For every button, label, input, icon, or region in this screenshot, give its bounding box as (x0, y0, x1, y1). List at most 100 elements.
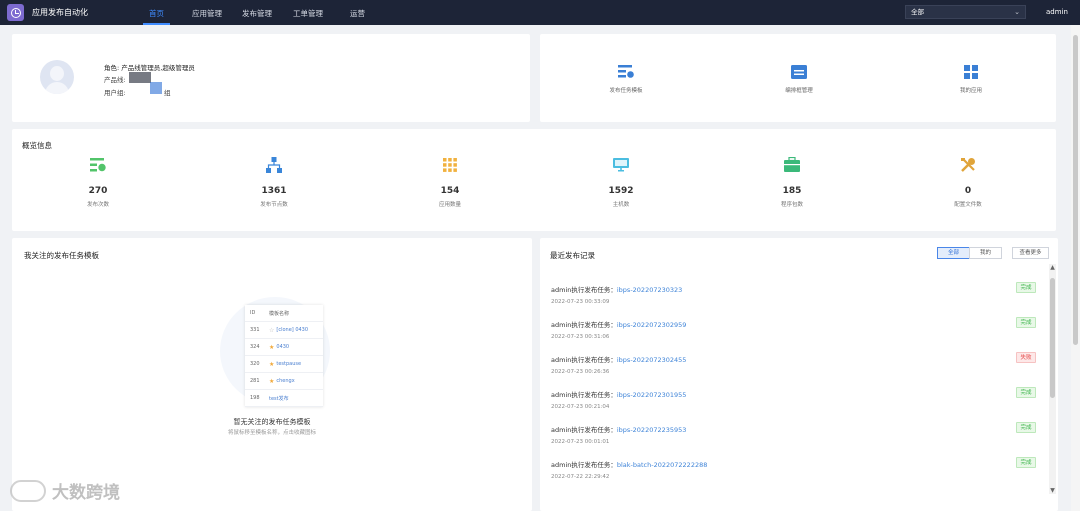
stat-value: 154 (440, 186, 460, 196)
illustration-row: 331 ☆ [clone] 0430 (245, 322, 323, 339)
illustration-row: 324 ★ 0430 (245, 339, 323, 356)
release-record: admin执行发布任务：ibps-202207230323 2022-07-23… (551, 282, 1041, 319)
stat-config-count: 0 配置文件数 (908, 157, 1028, 208)
star-icon: ★ (269, 377, 275, 385)
illustration-id: 324 (250, 344, 260, 350)
quick-link-task-template[interactable]: 发布任务模板 (581, 65, 671, 94)
quick-link-orchestration[interactable]: 编排框管理 (754, 65, 844, 94)
view-more-button[interactable]: 查看更多 (1012, 247, 1049, 259)
star-icon: ★ (269, 343, 275, 351)
illustration-name: 0430 (276, 344, 290, 350)
followed-title: 我关注的发布任务模板 (24, 251, 99, 260)
stat-host-count: 1592 主机数 (561, 157, 681, 208)
app-logo-icon[interactable] (7, 4, 24, 21)
record-prefix: admin执行发布任务： (551, 356, 617, 364)
apps-grid-icon (964, 65, 978, 79)
stat-value: 185 (782, 186, 802, 196)
release-record: admin执行发布任务：blak-batch-2022072222288 202… (551, 457, 1041, 494)
stat-release-count: 270 发布次数 (38, 157, 158, 208)
filter-all-button[interactable]: 全部 (937, 247, 970, 259)
stat-value: 0 (964, 186, 972, 196)
nav-ticket-management[interactable]: 工单管理 (293, 8, 323, 19)
tools-icon (961, 158, 975, 172)
quick-link-label: 我的应用 (959, 88, 982, 94)
illustration-name: chengx (276, 378, 295, 384)
profile-card (12, 34, 530, 122)
record-prefix: admin执行发布任务： (551, 391, 617, 399)
page-scrollbar[interactable] (1071, 25, 1080, 511)
scope-select-value: 全部 (911, 8, 924, 16)
release-record: admin执行发布任务：ibps-2022072301955 2022-07-2… (551, 387, 1041, 424)
record-task-link[interactable]: ibps-2022072301955 (617, 391, 687, 399)
record-time: 2022-07-22 22:29:42 (551, 474, 610, 480)
illustration-col-id: ID (250, 310, 256, 316)
release-count-icon (90, 158, 106, 172)
stat-value: 1592 (608, 186, 634, 196)
filter-mine-button[interactable]: 我的 (969, 247, 1002, 259)
record-time: 2022-07-23 00:01:01 (551, 439, 610, 445)
folder-icon (791, 65, 807, 79)
illustration-name: [clone] 0430 (276, 327, 309, 333)
record-prefix: admin执行发布任务： (551, 426, 617, 434)
user-menu[interactable]: admin (1046, 8, 1068, 16)
profile-role: 角色: 产品线管理员,超级管理员 (104, 64, 195, 72)
status-badge: 完成 (1016, 387, 1036, 398)
page-scrollbar-thumb[interactable] (1073, 35, 1078, 345)
stat-label: 配置文件数 (954, 202, 982, 208)
illustration-header: ID 模板名称 (245, 305, 323, 322)
illustration-row: 198 test发布 (245, 390, 323, 407)
illustration-name: testpause (276, 361, 302, 367)
nav-app-management[interactable]: 应用管理 (192, 8, 222, 19)
quick-link-label: 发布任务模板 (609, 88, 643, 94)
scope-select[interactable]: 全部 ⌄ (905, 5, 1026, 19)
quick-link-label: 编排框管理 (785, 88, 813, 94)
app-title: 应用发布自动化 (32, 8, 88, 17)
apps-dots-icon (443, 158, 457, 172)
monitor-icon (613, 158, 629, 172)
illustration-id: 331 (250, 327, 260, 333)
record-prefix: admin执行发布任务： (551, 321, 617, 329)
status-badge: 完成 (1016, 317, 1036, 328)
watermark: 大数跨境 (10, 478, 120, 503)
stat-label: 主机数 (612, 202, 630, 208)
profile-user-group-suffix: 组 (164, 89, 171, 97)
scroll-up-icon[interactable]: ▲ (1049, 264, 1056, 271)
scroll-down-icon[interactable]: ▼ (1049, 487, 1056, 494)
record-time: 2022-07-23 00:21:04 (551, 404, 610, 410)
record-prefix: admin执行发布任务： (551, 286, 617, 294)
empty-state-hint: 将鼠标移至模板名称，点击收藏图标 (227, 430, 316, 436)
overview-card (12, 129, 1056, 231)
quick-link-my-apps[interactable]: 我的应用 (926, 65, 1016, 94)
release-record: admin执行发布任务：ibps-2022072302455 2022-07-2… (551, 352, 1041, 389)
record-task-link[interactable]: blak-batch-2022072222288 (617, 461, 707, 469)
illustration-id: 281 (250, 378, 260, 384)
illustration-id: 198 (250, 395, 260, 401)
record-task-link[interactable]: ibps-202207230323 (617, 286, 682, 294)
stat-label: 发布节点数 (260, 202, 288, 208)
scrollbar-thumb[interactable] (1050, 278, 1055, 398)
status-badge: 失败 (1016, 352, 1036, 363)
record-prefix: admin执行发布任务： (551, 461, 617, 469)
release-record: admin执行发布任务：ibps-2022072235953 2022-07-2… (551, 422, 1041, 459)
status-badge: 完成 (1016, 457, 1036, 468)
record-task-link[interactable]: ibps-2022072235953 (617, 426, 687, 434)
stat-value: 1361 (261, 186, 287, 196)
star-outline-icon: ☆ (269, 326, 275, 334)
illustration-id: 320 (250, 361, 260, 367)
stat-label: 发布次数 (86, 202, 109, 208)
task-template-icon (618, 65, 634, 78)
recent-title: 最近发布记录 (550, 251, 595, 260)
record-task-link[interactable]: ibps-2022072302455 (617, 356, 687, 364)
stat-value: 270 (88, 186, 108, 196)
nav-home[interactable]: 首页 (143, 8, 170, 25)
nav-release-management[interactable]: 发布管理 (242, 8, 272, 19)
record-task-link[interactable]: ibps-2022072302959 (617, 321, 687, 329)
stat-app-count: 154 应用数量 (390, 157, 510, 208)
redacted-block (129, 72, 151, 83)
records-scrollbar[interactable]: ▲ ▼ (1049, 264, 1056, 494)
avatar (40, 60, 74, 94)
stat-release-nodes: 1361 发布节点数 (214, 157, 334, 208)
nav-operations[interactable]: 运营 (350, 8, 365, 19)
stat-label: 应用数量 (438, 202, 461, 208)
node-tree-icon (266, 157, 282, 173)
